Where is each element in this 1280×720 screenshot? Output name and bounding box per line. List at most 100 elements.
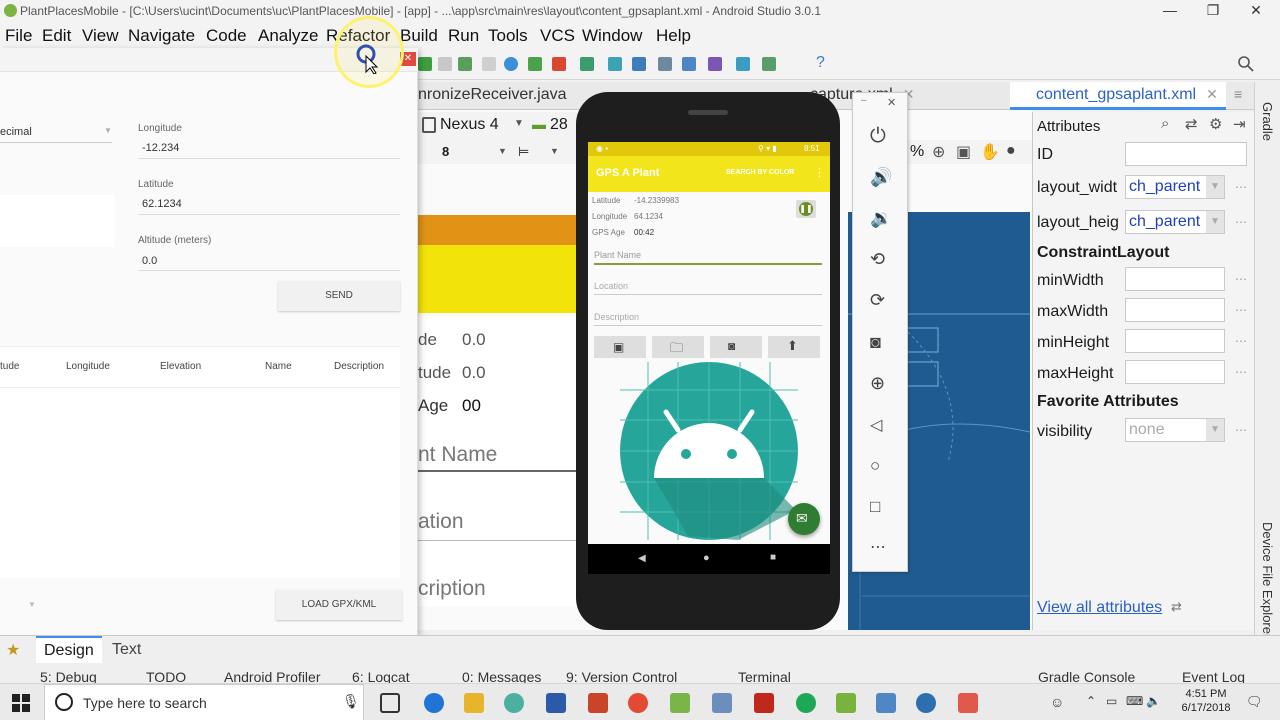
- menu-run[interactable]: Run: [448, 26, 479, 46]
- tab-synchronize-receiver[interactable]: nronizeReceiver.java: [418, 86, 567, 104]
- more-icon[interactable]: ⋯: [1235, 272, 1247, 286]
- location-input[interactable]: Location: [594, 281, 822, 295]
- notifications-icon[interactable]: 🗨: [1246, 694, 1263, 710]
- profile-icon[interactable]: [504, 57, 518, 71]
- column-header-description[interactable]: Description: [334, 361, 384, 372]
- column-header-elevation[interactable]: Elevation: [160, 361, 201, 372]
- maximize-button[interactable]: ❐: [1193, 0, 1233, 22]
- description-input[interactable]: Description: [594, 312, 822, 326]
- chevron-down-icon[interactable]: ▼: [550, 146, 559, 156]
- recording-app-icon[interactable]: [916, 693, 936, 713]
- align-icon[interactable]: ⊨: [518, 144, 529, 160]
- terminal-tool-tab[interactable]: Terminal: [738, 669, 791, 683]
- menu-file[interactable]: File: [5, 26, 32, 46]
- home-icon[interactable]: ○: [870, 456, 892, 478]
- latitude-input[interactable]: 62.1234: [142, 198, 182, 210]
- avd-manager-icon[interactable]: [762, 57, 776, 71]
- upload-button[interactable]: ⬆: [768, 336, 820, 358]
- send-button[interactable]: SEND: [278, 281, 400, 311]
- tab-design[interactable]: Design: [36, 636, 102, 663]
- windows-start-icon[interactable]: [12, 694, 30, 712]
- gradle-console-tool-tab[interactable]: Gradle Console: [1038, 669, 1135, 683]
- more-icon[interactable]: ⋯: [1235, 303, 1247, 317]
- battery-icon[interactable]: ▭: [1106, 694, 1117, 708]
- sync-project-icon[interactable]: [580, 57, 594, 71]
- chevron-down-icon[interactable]: ▼: [1206, 211, 1224, 233]
- margin-value[interactable]: 8: [442, 144, 449, 159]
- rotate-left-icon[interactable]: ⟲: [870, 249, 892, 271]
- chevron-down-icon[interactable]: ▼: [514, 118, 524, 129]
- attr-layout-height-field[interactable]: ch_parent ▼: [1125, 210, 1225, 234]
- chevron-down-icon[interactable]: ▼: [28, 600, 36, 609]
- gradle-tool-tab[interactable]: Gradle: [1260, 102, 1275, 141]
- edge-icon[interactable]: [424, 693, 444, 713]
- microphone-icon[interactable]: 🎙: [342, 693, 360, 710]
- emulator-screen[interactable]: ◉ ▪ ⚲ ▾ ▮ 8:51 GPS A Plant SEARCH BY COL…: [588, 142, 830, 574]
- screenshot-app-icon[interactable]: [876, 693, 896, 713]
- run-icon[interactable]: [418, 57, 432, 71]
- chrome-icon[interactable]: [628, 693, 648, 713]
- emulator-taskbar-icon[interactable]: [958, 693, 978, 713]
- task-view-icon[interactable]: [380, 693, 400, 713]
- api-level-selector[interactable]: 28: [550, 116, 568, 134]
- close-window-button[interactable]: ✕: [1236, 0, 1276, 22]
- menu-edit[interactable]: Edit: [42, 26, 71, 46]
- chevron-down-icon[interactable]: ▼: [104, 126, 112, 135]
- help-icon[interactable]: ?: [816, 54, 825, 72]
- screenshot-icon[interactable]: ◙: [870, 332, 892, 354]
- filezilla-icon[interactable]: [754, 693, 774, 713]
- logcat-tool-tab[interactable]: 6: Logcat: [352, 669, 410, 683]
- pan-icon[interactable]: ✋: [980, 142, 1000, 162]
- menu-navigate[interactable]: Navigate: [128, 26, 195, 46]
- people-icon[interactable]: ☺: [1050, 694, 1064, 710]
- column-header-name[interactable]: Name: [265, 361, 292, 372]
- debug-icon[interactable]: [458, 57, 472, 71]
- recents-icon[interactable]: ■: [770, 552, 776, 563]
- chevron-down-icon[interactable]: ▼: [498, 146, 507, 156]
- search-icon[interactable]: ⌕: [1161, 115, 1169, 132]
- attach-debugger-icon[interactable]: [482, 57, 496, 71]
- tab-text[interactable]: Text: [112, 641, 141, 659]
- favorites-star-icon[interactable]: ★: [6, 640, 20, 660]
- event-log-tool-tab[interactable]: Event Log: [1182, 669, 1245, 683]
- open-folder-button[interactable]: 🗀: [652, 336, 704, 358]
- zoom-icon[interactable]: ⊕: [870, 373, 892, 395]
- save-button[interactable]: ▣: [594, 336, 646, 358]
- word-icon[interactable]: [546, 693, 566, 713]
- menu-help[interactable]: Help: [656, 26, 691, 46]
- menu-analyze[interactable]: Analyze: [258, 26, 318, 46]
- warnings-icon[interactable]: ●: [1006, 142, 1016, 160]
- email-fab[interactable]: ✉: [788, 503, 820, 535]
- chevron-down-icon[interactable]: ▼: [1206, 176, 1224, 198]
- home-icon[interactable]: ●: [703, 552, 710, 564]
- more-icon[interactable]: ⋯: [1235, 215, 1247, 229]
- todo-tool-tab[interactable]: TODO: [146, 669, 186, 683]
- attr-max-width-field[interactable]: [1125, 298, 1225, 322]
- camera-button[interactable]: ◙: [710, 336, 762, 358]
- longitude-input[interactable]: -12.234: [142, 142, 179, 154]
- apply-changes-icon[interactable]: [438, 57, 452, 71]
- menu-build[interactable]: Build: [400, 26, 438, 46]
- format-dropdown[interactable]: ecimal: [0, 126, 32, 138]
- attr-layout-width-field[interactable]: ch_parent ▼: [1125, 175, 1225, 199]
- chevron-up-icon[interactable]: ⌃: [1086, 694, 1096, 708]
- overflow-menu-icon[interactable]: ⋮: [814, 166, 825, 179]
- remote-desktop-icon[interactable]: [712, 693, 732, 713]
- chevron-down-icon[interactable]: ▼: [1206, 419, 1224, 441]
- column-header-latitude[interactable]: tude: [0, 361, 19, 372]
- column-header-longitude[interactable]: Longitude: [66, 361, 110, 372]
- taskbar-search-box[interactable]: Type here to search 🎙: [44, 684, 364, 720]
- volume-icon[interactable]: 🔈: [1146, 694, 1161, 708]
- altitude-input[interactable]: 0.0: [142, 255, 157, 267]
- powerpoint-icon[interactable]: [588, 693, 608, 713]
- menu-view[interactable]: View: [82, 26, 119, 46]
- back-icon[interactable]: ◁: [870, 415, 892, 437]
- attr-max-height-field[interactable]: [1125, 360, 1225, 384]
- more-icon[interactable]: ⋯: [1235, 334, 1247, 348]
- vcs-update-icon[interactable]: [608, 57, 622, 71]
- messages-tool-tab[interactable]: 0: Messages: [462, 669, 541, 683]
- minimize-button[interactable]: —: [1150, 0, 1190, 22]
- switch-icon[interactable]: ⇄: [1171, 599, 1182, 615]
- zoom-fit-icon[interactable]: ▣: [956, 142, 971, 162]
- attr-visibility-field[interactable]: none ▼: [1125, 418, 1225, 442]
